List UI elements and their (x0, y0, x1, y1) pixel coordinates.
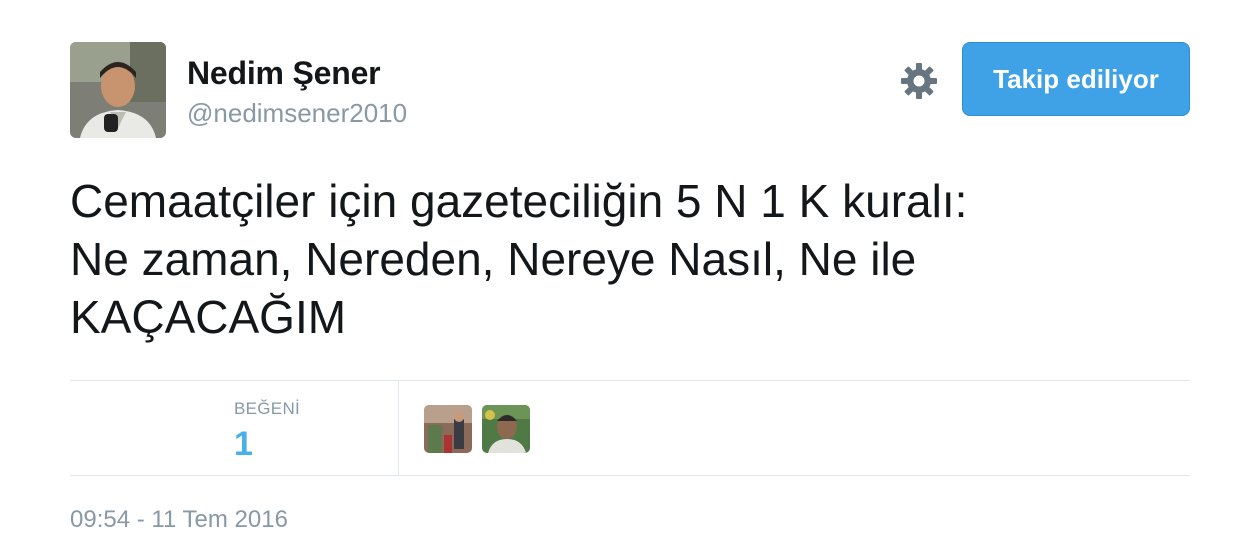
liker-avatar[interactable] (424, 405, 472, 453)
user-display-name[interactable]: Nedim Şener (187, 55, 381, 92)
tweet-stats: BEĞENİ 1 (70, 380, 1190, 476)
gear-icon[interactable] (899, 61, 939, 101)
stats-divider (398, 381, 399, 475)
tweet-timestamp[interactable]: 09:54 - 11 Tem 2016 (70, 506, 288, 534)
profile-avatar[interactable] (70, 42, 166, 138)
likes-count[interactable]: 1 (234, 425, 253, 464)
following-button[interactable]: Takip ediliyor (962, 42, 1190, 116)
likes-label: BEĞENİ (234, 399, 301, 418)
liker-avatar[interactable] (482, 405, 530, 453)
tweet-text: Cemaatçiler için gazeteciliğin 5 N 1 K k… (70, 175, 968, 343)
user-handle[interactable]: @nedimsener2010 (187, 98, 407, 129)
